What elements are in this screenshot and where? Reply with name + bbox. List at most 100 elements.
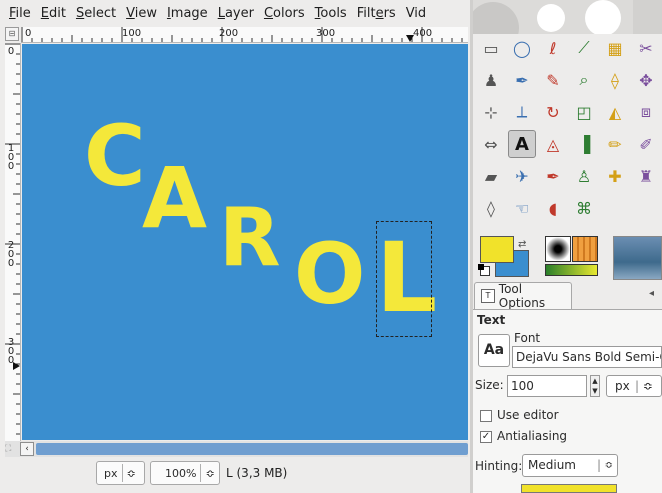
tool-options-title: Text xyxy=(477,313,506,327)
status-text: L (3,3 MB) xyxy=(226,466,288,480)
unit-select[interactable]: px ≎ xyxy=(96,461,145,485)
default-colors-icon[interactable] xyxy=(478,264,490,276)
gradient-preview[interactable] xyxy=(545,264,598,276)
airbrush-icon[interactable]: ✈ xyxy=(508,162,536,190)
active-image-thumbnail[interactable] xyxy=(613,236,662,280)
smudge-icon[interactable]: ☜ xyxy=(508,194,536,222)
perspective-clone-icon[interactable]: ♜ xyxy=(632,162,660,190)
menu-item[interactable]: Vid xyxy=(401,6,431,21)
chevron-updown-icon: ≎ xyxy=(205,466,215,480)
chevron-updown-icon: ≎ xyxy=(604,460,613,471)
chevron-updown-icon: ≎ xyxy=(126,466,136,480)
canvas-text-letter: O xyxy=(294,225,366,323)
text-layer-boundary[interactable] xyxy=(376,221,432,337)
menu-item[interactable]: View xyxy=(121,6,162,21)
size-input[interactable]: 100 xyxy=(507,375,587,397)
size-unit-value: px xyxy=(615,379,630,393)
zoom-icon[interactable]: ⌕ xyxy=(570,66,598,94)
perspective-icon[interactable]: ⧈ xyxy=(632,98,660,126)
menu-item[interactable]: Edit xyxy=(36,6,71,21)
brush-preview[interactable] xyxy=(545,236,571,262)
horizontal-ruler: 0 100 200 300 400 xyxy=(21,27,468,43)
cage-transform-icon[interactable]: ◬ xyxy=(539,130,567,158)
tab-label: Tool Options xyxy=(498,282,546,310)
scissors-icon[interactable]: ✂ xyxy=(632,34,660,62)
text-icon[interactable]: A xyxy=(508,130,536,158)
hinting-select[interactable]: Medium | ≎ xyxy=(522,454,618,477)
text-color-button[interactable] xyxy=(521,484,617,493)
hinting-value: Medium xyxy=(528,458,576,472)
menu-item[interactable]: Image xyxy=(162,6,213,21)
ruler-label: 300 xyxy=(316,28,336,39)
crop-icon[interactable]: ⟂ xyxy=(508,98,536,126)
menubar: File Edit Select View Image Layer Colors Tools F… xyxy=(0,0,472,26)
flip-icon[interactable]: ⇔ xyxy=(477,130,505,158)
font-picker-button[interactable]: Aa xyxy=(478,334,510,367)
scale-icon[interactable]: ◰ xyxy=(570,98,598,126)
antialiasing-checkbox[interactable]: ✓ xyxy=(480,431,492,443)
pencil-icon[interactable]: ✏ xyxy=(601,130,629,158)
ellipse-select-icon[interactable]: ◯ xyxy=(508,34,536,62)
ruler-label: 100 xyxy=(7,143,15,172)
ruler-label: 200 xyxy=(219,28,239,39)
ruler-label: 200 xyxy=(7,240,15,269)
dodge-burn-icon[interactable]: ◖ xyxy=(539,194,567,222)
tab-tool-options[interactable]: T Tool Options xyxy=(474,282,572,310)
pattern-preview[interactable] xyxy=(572,236,598,262)
paths-icon[interactable]: ✒ xyxy=(508,66,536,94)
unified-transform-icon[interactable]: ⌘ xyxy=(570,194,598,222)
size-unit-select[interactable]: px | ≎ xyxy=(606,375,662,397)
use-editor-label: Use editor xyxy=(497,408,559,422)
horizontal-scroll-thumb[interactable] xyxy=(36,443,468,455)
size-spinner[interactable]: ▲ ▼ xyxy=(590,375,600,397)
color-picker-icon[interactable]: ✎ xyxy=(539,66,567,94)
zoom-select[interactable]: 100% ≎ xyxy=(150,461,220,485)
antialiasing-label: Antialiasing xyxy=(497,429,568,443)
pointer-marker-icon xyxy=(406,35,414,42)
blur-icon[interactable]: ◊ xyxy=(477,194,505,222)
use-editor-checkbox[interactable] xyxy=(480,410,492,422)
free-select-icon[interactable]: ℓ xyxy=(539,34,567,62)
rect-select-icon[interactable]: ▭ xyxy=(477,34,505,62)
foreground-color-swatch[interactable] xyxy=(480,236,514,263)
eraser-icon[interactable]: ▰ xyxy=(477,162,505,190)
paintbrush-icon[interactable]: ✐ xyxy=(632,130,660,158)
horizontal-ruler-ticks xyxy=(21,27,463,42)
ruler-label: 400 xyxy=(413,28,433,39)
navigate-icon[interactable]: ⛶ xyxy=(5,441,19,457)
menu-item[interactable]: Layer xyxy=(213,6,259,21)
menu-item[interactable]: Colors xyxy=(259,6,310,21)
image-canvas[interactable]: CAROL xyxy=(22,44,468,440)
size-label: Size: xyxy=(475,378,504,392)
unit-value: px xyxy=(104,466,118,480)
foreground-select-icon[interactable]: ♟ xyxy=(477,66,505,94)
bucket-fill-icon[interactable]: ▐ xyxy=(570,130,598,158)
tab-menu-icon[interactable]: ◂ xyxy=(649,288,662,302)
measure-icon[interactable]: ⟠ xyxy=(601,66,629,94)
ruler-label: 300 xyxy=(7,337,15,366)
menu-item[interactable]: Filters xyxy=(352,6,401,21)
canvas-text-letter: R xyxy=(219,191,281,284)
move-icon[interactable]: ✥ xyxy=(632,66,660,94)
ruler-label: 0 xyxy=(7,46,15,57)
heal-icon[interactable]: ✚ xyxy=(601,162,629,190)
canvas-text-letter: A xyxy=(142,149,208,247)
fuzzy-select-icon[interactable]: ⟋ xyxy=(570,34,598,62)
shear-icon[interactable]: ◭ xyxy=(601,98,629,126)
menu-item[interactable]: Tools xyxy=(310,6,352,21)
clone-icon[interactable]: ♙ xyxy=(570,162,598,190)
swap-colors-icon[interactable]: ⇄ xyxy=(518,239,526,250)
menu-item[interactable]: Select xyxy=(71,6,121,21)
chevron-updown-icon: ≎ xyxy=(643,379,654,393)
menu-item[interactable]: File xyxy=(4,6,36,21)
color-select-icon[interactable]: ▦ xyxy=(601,34,629,62)
align-icon[interactable]: ⊹ xyxy=(477,98,505,126)
zoom-value: 100% xyxy=(165,466,197,480)
rotate-icon[interactable]: ↻ xyxy=(539,98,567,126)
font-input[interactable]: DejaVu Sans Bold Semi-Con xyxy=(512,346,662,368)
tool-options-icon: T xyxy=(481,289,495,303)
ruler-corner-button[interactable]: ⊟ xyxy=(5,27,19,41)
pointer-marker-icon xyxy=(13,362,20,370)
scroll-left-button[interactable]: ‹ xyxy=(20,442,34,456)
ink-icon[interactable]: ✒ xyxy=(539,162,567,190)
